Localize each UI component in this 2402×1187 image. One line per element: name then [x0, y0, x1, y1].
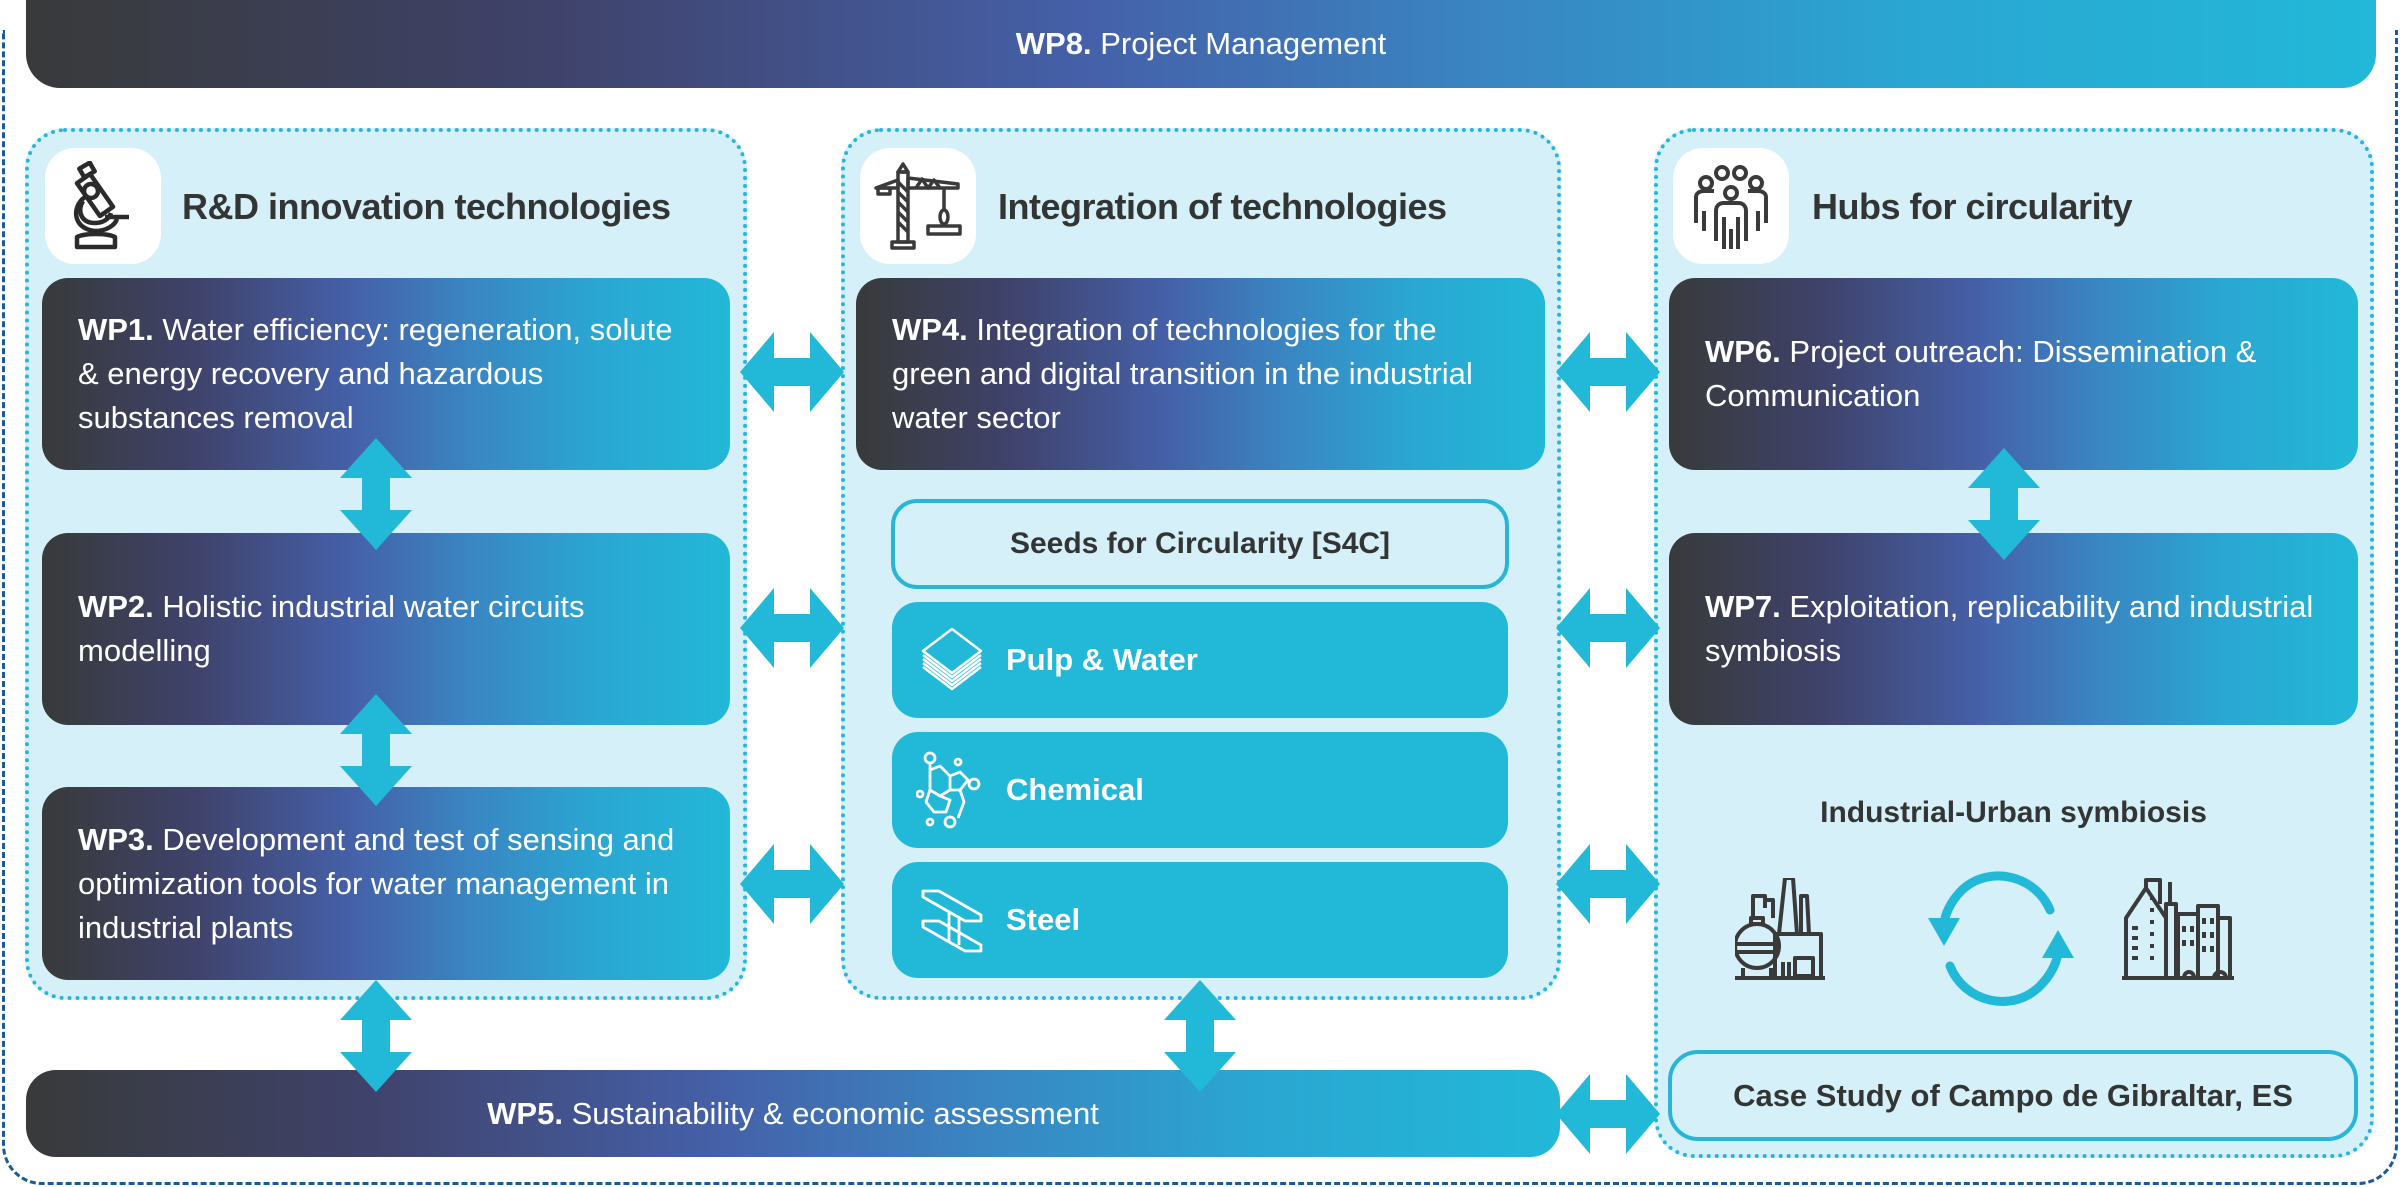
arrow-wp3-wp5 [340, 980, 412, 1092]
arrow-wp1-wp4 [740, 332, 844, 412]
arrow-wp1-wp2 [340, 438, 412, 550]
arrow-wp6-wp7 [1968, 448, 2040, 560]
arrow-mid-wp7 [1556, 588, 1660, 668]
arrow-wp2-seeds [740, 588, 844, 668]
arrows-layer [340, 332, 2040, 1154]
arrow-wp5-casestudy [1556, 1074, 1660, 1154]
arrow-wp2-wp3 [340, 694, 412, 806]
arrow-wp4-wp6 [1556, 332, 1660, 412]
arrow-mid-symbiosis [1556, 844, 1660, 924]
arrow-steel-wp5 [1164, 980, 1236, 1092]
arrow-wp3-steel [740, 844, 844, 924]
